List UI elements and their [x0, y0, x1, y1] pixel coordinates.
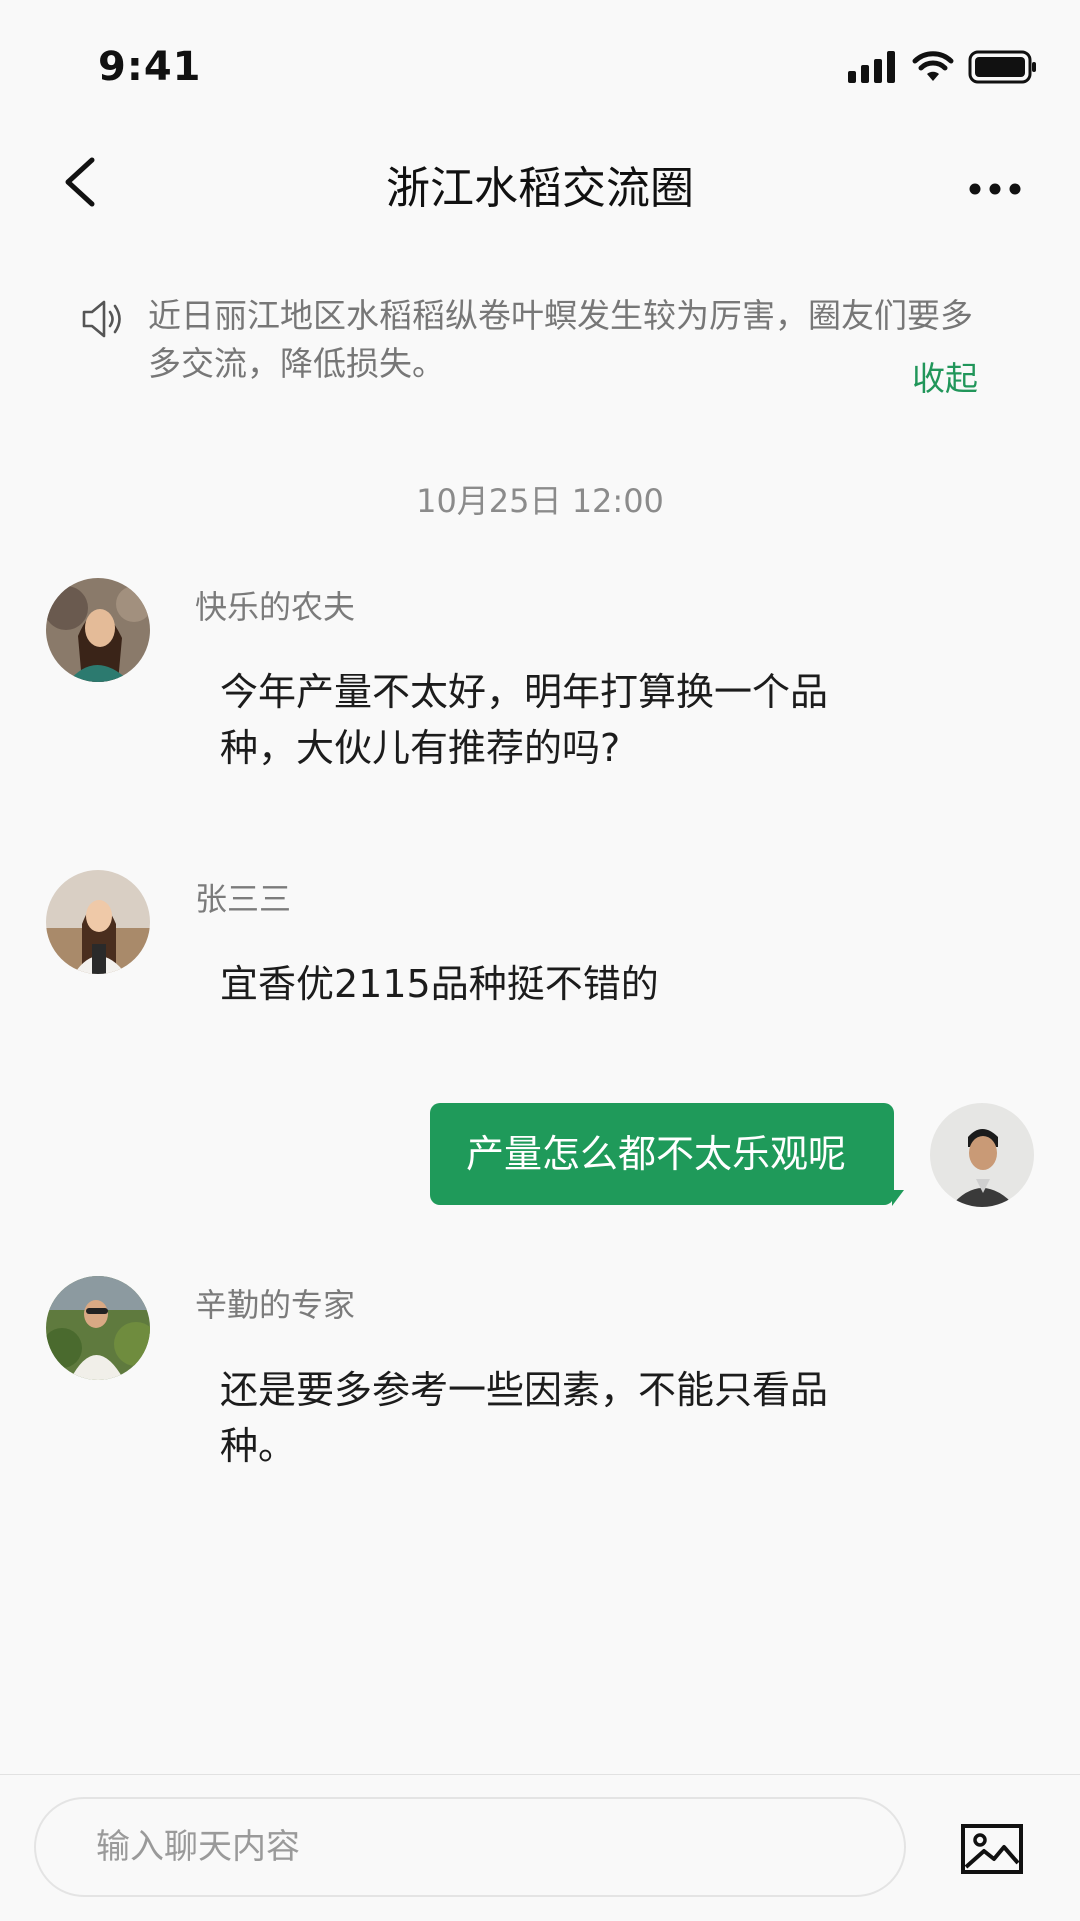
my-avatar[interactable] — [930, 1103, 1034, 1207]
message-text: 宜香优2115品种挺不错的 — [220, 962, 659, 1006]
sender-name: 辛勤的专家 — [195, 1286, 356, 1324]
more-button[interactable] — [960, 174, 1030, 204]
image-button[interactable] — [960, 1823, 1024, 1875]
chat-input[interactable] — [34, 1797, 906, 1897]
status-bar: 9:41 — [0, 0, 1080, 130]
battery-icon — [968, 50, 1036, 84]
avatar[interactable] — [46, 870, 150, 974]
chat-timestamp: 10月25日 12:00 — [416, 482, 664, 520]
bubble-tail — [892, 1190, 904, 1206]
sender-name: 快乐的农夫 — [195, 588, 356, 626]
message-text: 今年产量不太好，明年打算换一个品种，大伙儿有推荐的吗? — [220, 670, 829, 770]
signal-icon — [848, 51, 895, 83]
sender-name: 张三三 — [195, 880, 292, 918]
speaker-icon — [80, 296, 126, 342]
message-text: 还是要多参考一些因素，不能只看品种。 — [220, 1368, 829, 1468]
announcement-text: 近日丽江地区水稻稻纵卷叶螟发生较为厉害，圈友们要多多交流，降低损失。 — [148, 296, 973, 383]
image-icon — [961, 1824, 1023, 1874]
nav-bar: 浙江水稻交流圈 — [0, 130, 1080, 240]
outgoing-bubble: 产量怎么都不太乐观呢 — [429, 1103, 894, 1205]
status-icons — [848, 50, 1038, 84]
avatar[interactable] — [46, 1276, 150, 1380]
collapse-link[interactable]: 收起 — [912, 352, 978, 400]
input-bar — [0, 1774, 1080, 1921]
status-time: 9:41 — [98, 44, 202, 90]
avatar[interactable] — [46, 578, 150, 682]
announcement: 近日丽江地区水稻稻纵卷叶螟发生较为厉害，圈友们要多多交流，降低损失。 收起 — [80, 292, 980, 412]
more-icon — [969, 183, 1021, 195]
page-title: 浙江水稻交流圈 — [386, 163, 694, 214]
wifi-icon — [912, 51, 954, 81]
